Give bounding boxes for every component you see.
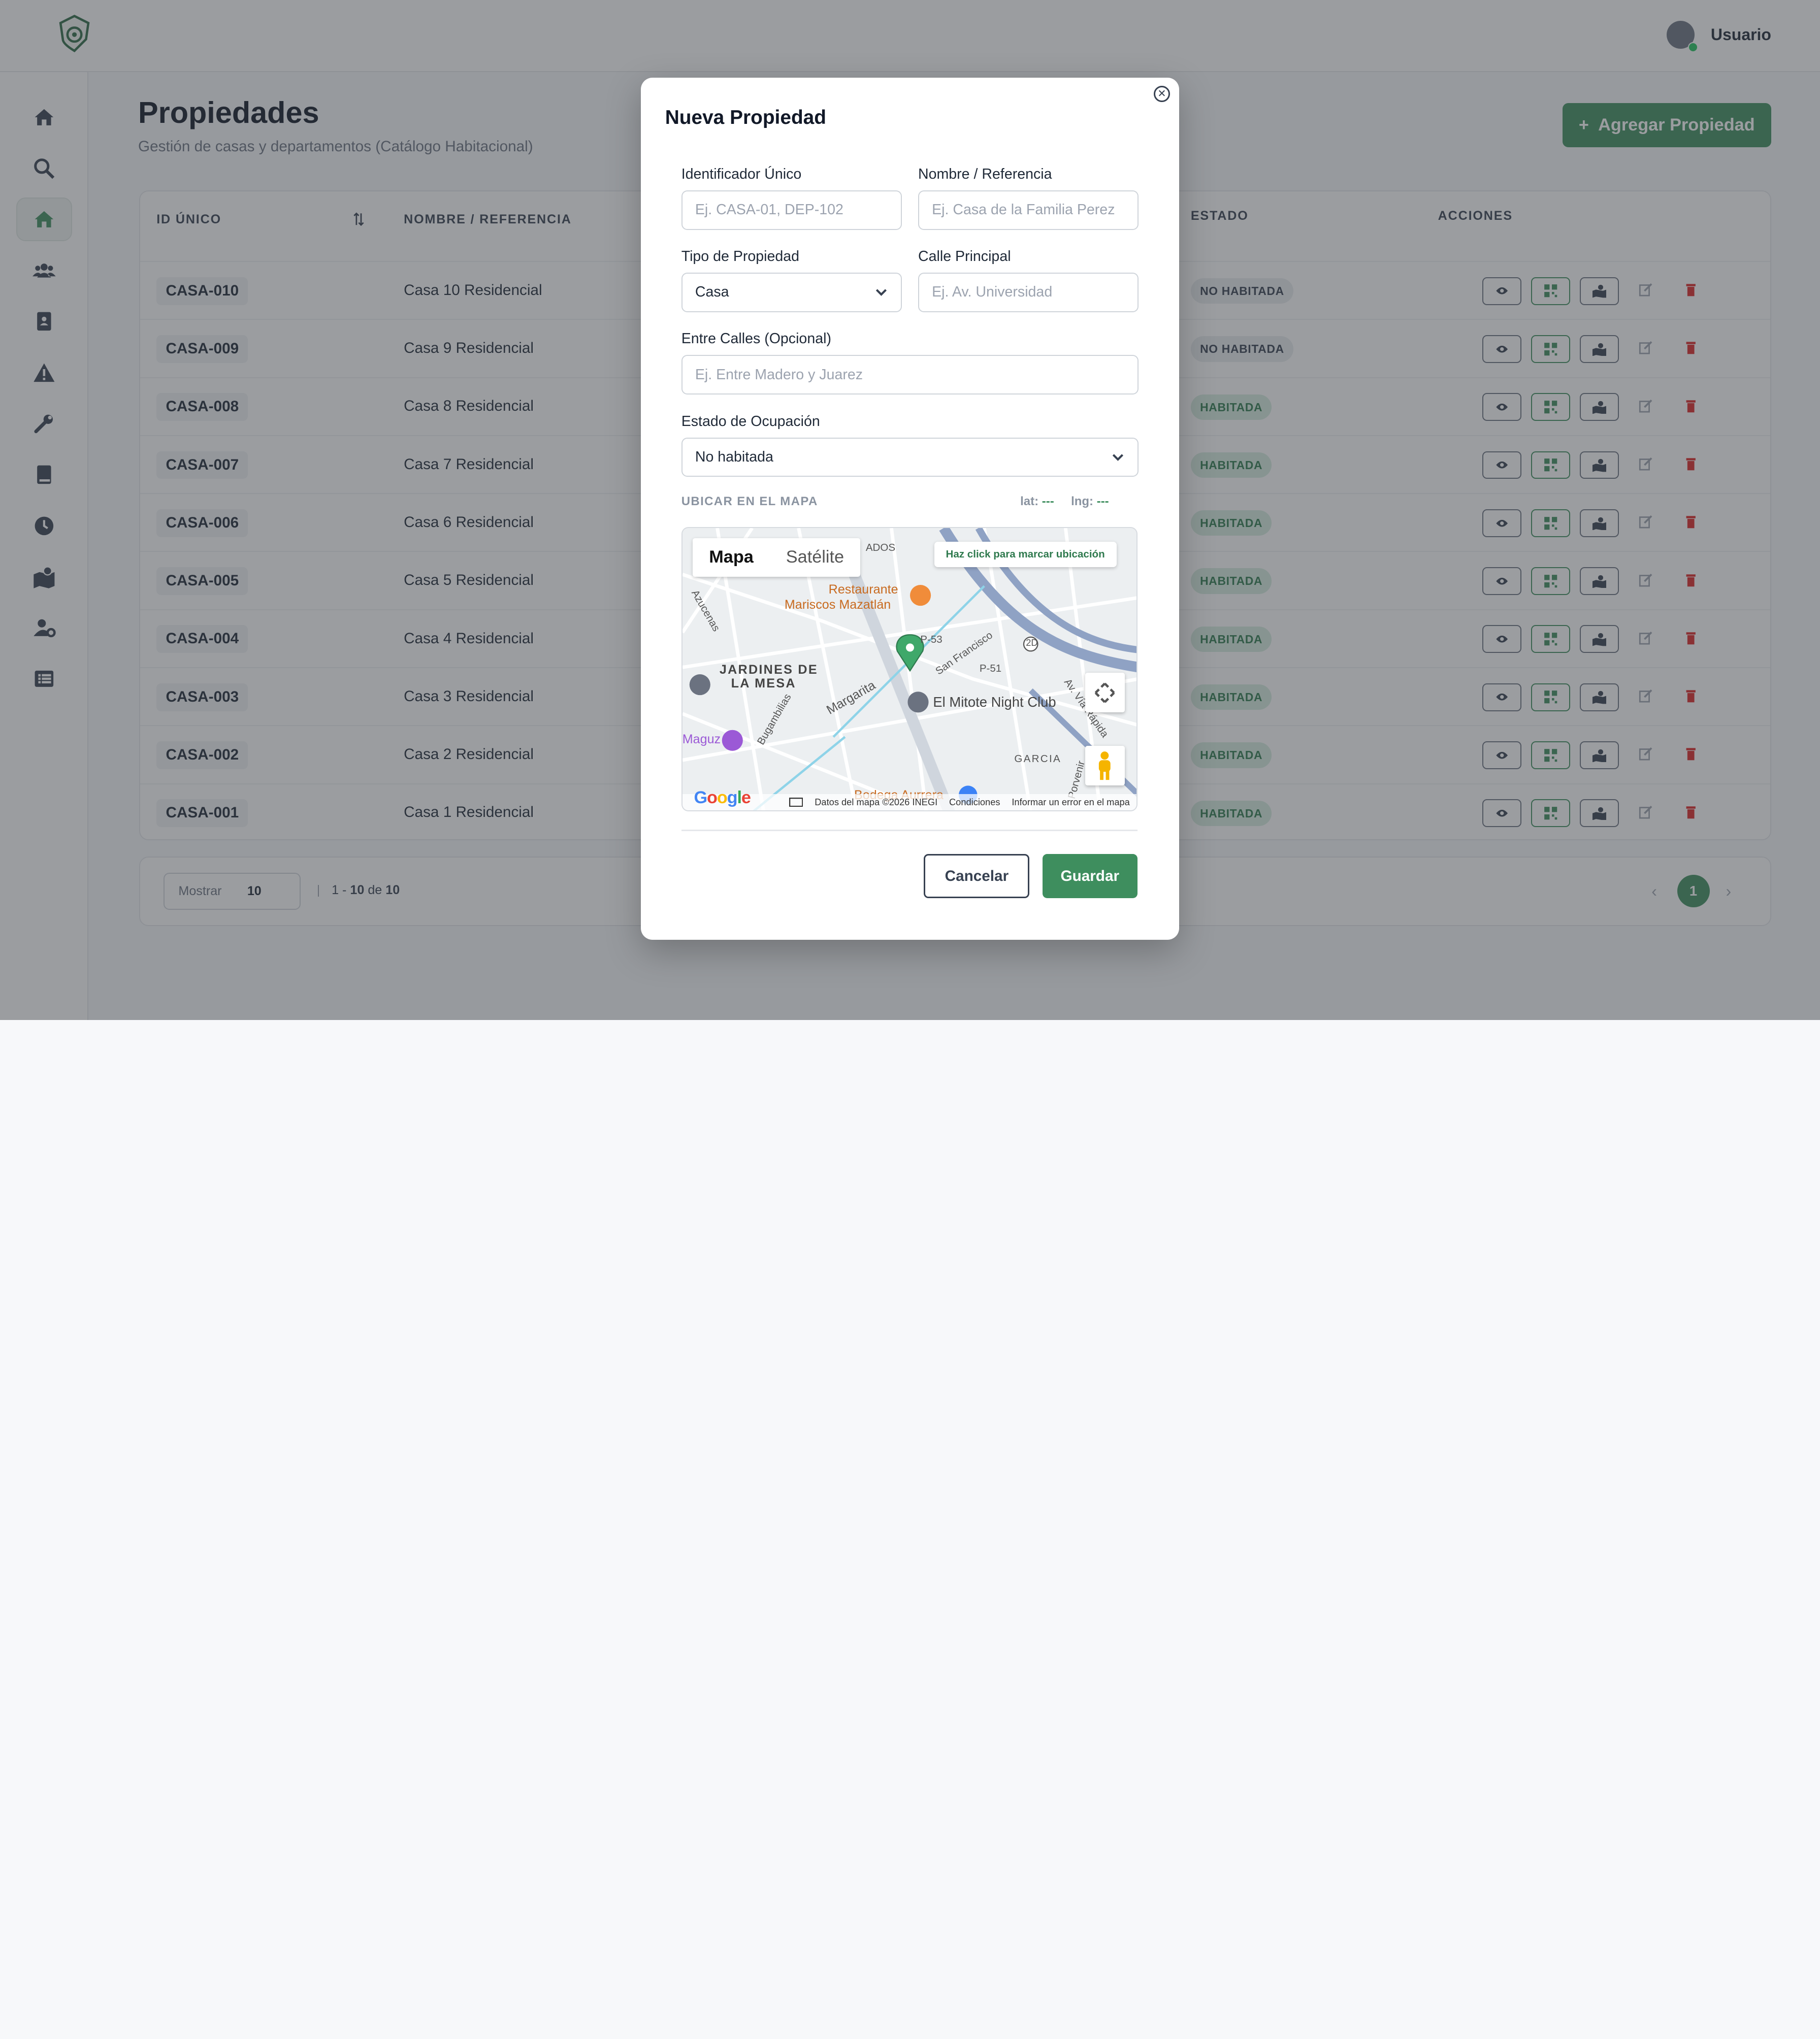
lng-value: ---: [1096, 494, 1109, 508]
lat-value: ---: [1042, 494, 1054, 508]
map-tab-satellite[interactable]: Satélite: [770, 538, 860, 576]
modal-divider: [681, 830, 1138, 831]
expand-icon: [1094, 682, 1115, 703]
map-place-mariscos: Mariscos Mazatlán: [784, 597, 891, 612]
occupancy-label: Estado de Ocupación: [681, 413, 820, 430]
property-type-select[interactable]: Casa: [681, 273, 902, 312]
cancel-button[interactable]: Cancelar: [924, 854, 1030, 899]
map-place-restaurant: Restaurante: [828, 582, 898, 597]
map-hint: Haz click para marcar ubicación: [934, 542, 1117, 568]
map-place-p51: P-51: [979, 662, 1002, 674]
map-tab-map[interactable]: Mapa: [693, 538, 770, 576]
name-label: Nombre / Referencia: [918, 166, 1052, 182]
chevron-down-icon: [875, 289, 887, 297]
coordinates-readout: lat: --- lng: ---: [1020, 495, 1109, 509]
name-input[interactable]: Ej. Casa de la Familia Perez: [918, 190, 1139, 230]
google-logo: Google: [694, 787, 751, 807]
map-place-dados: ADOS: [865, 542, 896, 554]
location-map[interactable]: Restaurante Mariscos Mazatlán El Mitote …: [681, 527, 1138, 811]
save-button[interactable]: Guardar: [1042, 854, 1138, 899]
map-attribution: Datos del mapa ©2026 INEGI Condiciones I…: [682, 794, 1136, 810]
occupancy-value: No habitada: [695, 449, 773, 466]
identifier-input[interactable]: Ej. CASA-01, DEP-102: [681, 190, 902, 230]
street-input[interactable]: Ej. Av. Universidad: [918, 273, 1139, 312]
type-label: Tipo de Propiedad: [681, 248, 800, 265]
street-label: Calle Principal: [918, 248, 1011, 265]
map-type-toggle: Mapa Satélite: [693, 538, 861, 577]
fullscreen-button[interactable]: [1085, 673, 1125, 713]
between-streets-label: Entre Calles (Opcional): [681, 331, 831, 347]
map-terms-link[interactable]: Condiciones: [949, 797, 1000, 808]
map-place-maguz: Maguz: [682, 732, 721, 746]
map-section-label: UBICAR EN EL MAPA: [681, 494, 818, 508]
property-type-value: Casa: [695, 284, 729, 301]
pegman-icon: [1099, 751, 1111, 780]
map-route-2d: 2D: [1026, 637, 1038, 648]
map-district-line2: LA MESA: [731, 676, 796, 691]
lng-label: lng:: [1071, 494, 1094, 508]
between-streets-input[interactable]: Ej. Entre Madero y Juarez: [681, 355, 1139, 395]
map-district-line1: JARDINES DE: [719, 662, 818, 677]
map-report-link[interactable]: Informar un error en el mapa: [1012, 797, 1130, 808]
identifier-label: Identificador Único: [681, 166, 802, 182]
map-place-garcia: GARCIA: [1014, 753, 1061, 765]
modal-title: Nueva Propiedad: [665, 107, 826, 129]
chevron-down-icon: [1112, 454, 1123, 461]
lat-label: lat:: [1020, 494, 1039, 508]
street-view-button[interactable]: [1085, 746, 1125, 786]
occupancy-select[interactable]: No habitada: [681, 437, 1139, 477]
close-icon[interactable]: ✕: [1153, 86, 1170, 103]
map-place-p53: P-53: [920, 633, 942, 645]
map-data-credit: Datos del mapa ©2026 INEGI: [815, 796, 938, 807]
map-place-club: El Mitote Night Club: [933, 694, 1056, 710]
keyboard-icon[interactable]: [789, 797, 803, 807]
new-property-modal: Nueva Propiedad ✕ Identificador Único Ej…: [640, 78, 1180, 940]
